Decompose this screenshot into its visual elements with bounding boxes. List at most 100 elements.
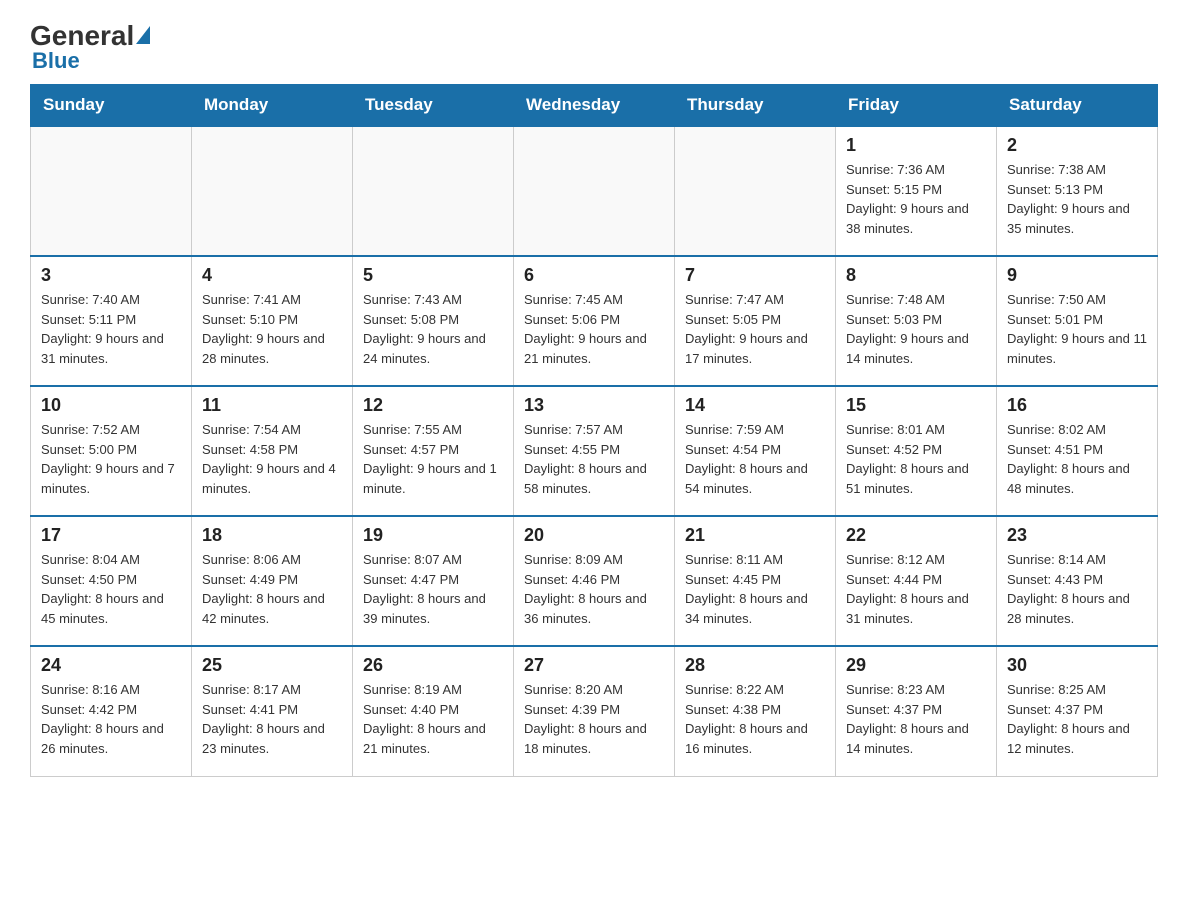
day-cell [192, 126, 353, 256]
day-info: Sunrise: 8:20 AMSunset: 4:39 PMDaylight:… [524, 680, 664, 758]
day-number: 26 [363, 655, 503, 676]
day-number: 1 [846, 135, 986, 156]
day-number: 12 [363, 395, 503, 416]
day-cell: 11Sunrise: 7:54 AMSunset: 4:58 PMDayligh… [192, 386, 353, 516]
day-info: Sunrise: 8:04 AMSunset: 4:50 PMDaylight:… [41, 550, 181, 628]
day-info: Sunrise: 8:09 AMSunset: 4:46 PMDaylight:… [524, 550, 664, 628]
day-cell: 20 Sunrise: 8:09 AMSunset: 4:46 PMDayligh… [514, 516, 675, 646]
day-cell: 29 Sunrise: 8:23 AMSunset: 4:37 PMDayligh… [836, 646, 997, 776]
logo-blue-text: Blue [32, 48, 80, 74]
day-number: 8 [846, 265, 986, 286]
day-info: Sunrise: 8:11 AMSunset: 4:45 PMDaylight:… [685, 550, 825, 628]
day-info: Sunrise: 8:12 AMSunset: 4:44 PMDaylight:… [846, 550, 986, 628]
day-cell: 13 Sunrise: 7:57 AMSunset: 4:55 PMDayligh… [514, 386, 675, 516]
day-cell: 7Sunrise: 7:47 AMSunset: 5:05 PMDaylight… [675, 256, 836, 386]
week-row-1: 1 Sunrise: 7:36 AMSunset: 5:15 PMDaylight… [31, 126, 1158, 256]
day-info: Sunrise: 7:41 AMSunset: 5:10 PMDaylight:… [202, 290, 342, 368]
day-number: 2 [1007, 135, 1147, 156]
day-number: 21 [685, 525, 825, 546]
day-cell: 6 Sunrise: 7:45 AMSunset: 5:06 PMDaylight… [514, 256, 675, 386]
day-cell [675, 126, 836, 256]
day-cell: 9Sunrise: 7:50 AMSunset: 5:01 PMDaylight… [997, 256, 1158, 386]
day-cell: 18Sunrise: 8:06 AMSunset: 4:49 PMDayligh… [192, 516, 353, 646]
day-number: 9 [1007, 265, 1147, 286]
day-cell: 3 Sunrise: 7:40 AMSunset: 5:11 PMDaylight… [31, 256, 192, 386]
day-number: 16 [1007, 395, 1147, 416]
day-cell [31, 126, 192, 256]
col-header-thursday: Thursday [675, 85, 836, 127]
day-number: 28 [685, 655, 825, 676]
day-info: Sunrise: 8:22 AMSunset: 4:38 PMDaylight:… [685, 680, 825, 758]
day-cell: 16 Sunrise: 8:02 AMSunset: 4:51 PMDayligh… [997, 386, 1158, 516]
day-cell: 26 Sunrise: 8:19 AMSunset: 4:40 PMDayligh… [353, 646, 514, 776]
day-cell: 27 Sunrise: 8:20 AMSunset: 4:39 PMDayligh… [514, 646, 675, 776]
day-number: 20 [524, 525, 664, 546]
day-cell: 10 Sunrise: 7:52 AMSunset: 5:00 PMDayligh… [31, 386, 192, 516]
day-info: Sunrise: 8:19 AMSunset: 4:40 PMDaylight:… [363, 680, 503, 758]
day-info: Sunrise: 8:14 AMSunset: 4:43 PMDaylight:… [1007, 550, 1147, 628]
day-number: 30 [1007, 655, 1147, 676]
col-header-tuesday: Tuesday [353, 85, 514, 127]
day-cell: 17 Sunrise: 8:04 AMSunset: 4:50 PMDayligh… [31, 516, 192, 646]
day-info: Sunrise: 7:55 AMSunset: 4:57 PMDaylight:… [363, 420, 503, 498]
logo-triangle-icon [136, 26, 150, 44]
week-row-2: 3 Sunrise: 7:40 AMSunset: 5:11 PMDaylight… [31, 256, 1158, 386]
day-cell: 1 Sunrise: 7:36 AMSunset: 5:15 PMDaylight… [836, 126, 997, 256]
day-info: Sunrise: 7:36 AMSunset: 5:15 PMDaylight:… [846, 160, 986, 238]
day-number: 5 [363, 265, 503, 286]
day-number: 22 [846, 525, 986, 546]
day-number: 7 [685, 265, 825, 286]
day-info: Sunrise: 7:52 AMSunset: 5:00 PMDaylight:… [41, 420, 181, 498]
day-cell: 21 Sunrise: 8:11 AMSunset: 4:45 PMDayligh… [675, 516, 836, 646]
day-number: 24 [41, 655, 181, 676]
week-row-4: 17 Sunrise: 8:04 AMSunset: 4:50 PMDayligh… [31, 516, 1158, 646]
day-info: Sunrise: 7:43 AMSunset: 5:08 PMDaylight:… [363, 290, 503, 368]
day-info: Sunrise: 7:57 AMSunset: 4:55 PMDaylight:… [524, 420, 664, 498]
page-header: General Blue [30, 20, 1158, 74]
day-cell: 23 Sunrise: 8:14 AMSunset: 4:43 PMDayligh… [997, 516, 1158, 646]
day-number: 29 [846, 655, 986, 676]
day-number: 6 [524, 265, 664, 286]
day-number: 14 [685, 395, 825, 416]
day-cell: 12 Sunrise: 7:55 AMSunset: 4:57 PMDayligh… [353, 386, 514, 516]
day-number: 4 [202, 265, 342, 286]
calendar-header-row: SundayMondayTuesdayWednesdayThursdayFrid… [31, 85, 1158, 127]
day-cell: 24 Sunrise: 8:16 AMSunset: 4:42 PMDayligh… [31, 646, 192, 776]
day-info: Sunrise: 8:25 AMSunset: 4:37 PMDaylight:… [1007, 680, 1147, 758]
day-number: 23 [1007, 525, 1147, 546]
day-info: Sunrise: 8:01 AMSunset: 4:52 PMDaylight:… [846, 420, 986, 498]
day-cell [514, 126, 675, 256]
day-number: 15 [846, 395, 986, 416]
day-number: 10 [41, 395, 181, 416]
logo: General Blue [30, 20, 150, 74]
day-info: Sunrise: 8:02 AMSunset: 4:51 PMDaylight:… [1007, 420, 1147, 498]
day-info: Sunrise: 8:17 AMSunset: 4:41 PMDaylight:… [202, 680, 342, 758]
day-cell: 25Sunrise: 8:17 AMSunset: 4:41 PMDayligh… [192, 646, 353, 776]
day-number: 27 [524, 655, 664, 676]
day-number: 17 [41, 525, 181, 546]
day-cell: 19 Sunrise: 8:07 AMSunset: 4:47 PMDayligh… [353, 516, 514, 646]
day-number: 3 [41, 265, 181, 286]
day-cell [353, 126, 514, 256]
col-header-monday: Monday [192, 85, 353, 127]
day-cell: 28 Sunrise: 8:22 AMSunset: 4:38 PMDayligh… [675, 646, 836, 776]
col-header-saturday: Saturday [997, 85, 1158, 127]
col-header-wednesday: Wednesday [514, 85, 675, 127]
day-info: Sunrise: 8:16 AMSunset: 4:42 PMDaylight:… [41, 680, 181, 758]
day-cell: 22 Sunrise: 8:12 AMSunset: 4:44 PMDayligh… [836, 516, 997, 646]
day-info: Sunrise: 7:40 AMSunset: 5:11 PMDaylight:… [41, 290, 181, 368]
col-header-friday: Friday [836, 85, 997, 127]
day-cell: 30 Sunrise: 8:25 AMSunset: 4:37 PMDayligh… [997, 646, 1158, 776]
day-cell: 2 Sunrise: 7:38 AMSunset: 5:13 PMDaylight… [997, 126, 1158, 256]
day-info: Sunrise: 8:23 AMSunset: 4:37 PMDaylight:… [846, 680, 986, 758]
day-info: Sunrise: 7:38 AMSunset: 5:13 PMDaylight:… [1007, 160, 1147, 238]
day-number: 13 [524, 395, 664, 416]
day-info: Sunrise: 8:07 AMSunset: 4:47 PMDaylight:… [363, 550, 503, 628]
day-cell: 15 Sunrise: 8:01 AMSunset: 4:52 PMDayligh… [836, 386, 997, 516]
day-info: Sunrise: 7:59 AMSunset: 4:54 PMDaylight:… [685, 420, 825, 498]
week-row-5: 24 Sunrise: 8:16 AMSunset: 4:42 PMDayligh… [31, 646, 1158, 776]
day-info: Sunrise: 7:45 AMSunset: 5:06 PMDaylight:… [524, 290, 664, 368]
day-info: Sunrise: 7:48 AMSunset: 5:03 PMDaylight:… [846, 290, 986, 368]
day-cell: 4 Sunrise: 7:41 AMSunset: 5:10 PMDaylight… [192, 256, 353, 386]
day-number: 19 [363, 525, 503, 546]
